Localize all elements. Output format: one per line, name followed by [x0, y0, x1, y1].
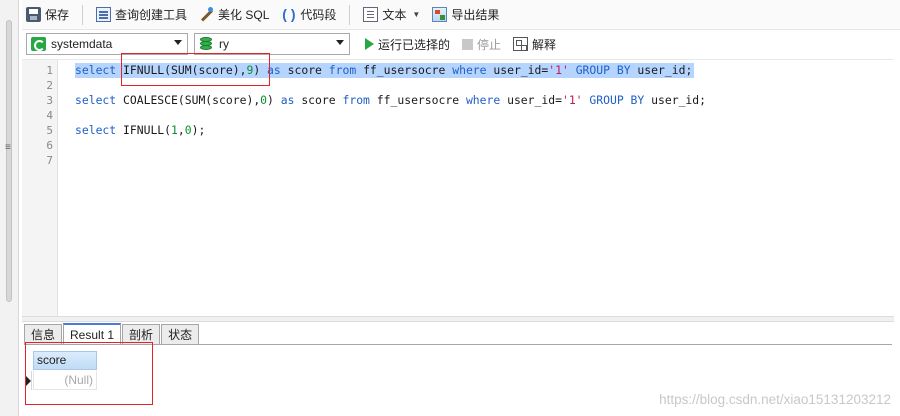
- line-number-gutter: 1 2 3 4 5 6 7: [22, 60, 58, 316]
- connection-select[interactable]: systemdata: [26, 33, 188, 55]
- text-mode-button[interactable]: 文本 ▼: [359, 3, 424, 27]
- result-tabs: 信息 Result 1 剖析 状态: [24, 323, 200, 344]
- result-tab[interactable]: 信息: [24, 324, 63, 344]
- save-icon: [26, 7, 41, 22]
- stop-icon: [462, 38, 474, 50]
- main-toolbar: 保存 查询创建工具 美化 SQL ( ) 代码段 文本 ▼ 导出结果: [22, 0, 900, 30]
- explain-icon: [513, 37, 529, 51]
- stop-label: 停止: [477, 37, 502, 52]
- query-builder-label: 查询创建工具: [115, 8, 188, 22]
- code-token: as: [280, 93, 295, 107]
- dropdown-arrow-icon: [174, 40, 182, 45]
- code-line: select IFNULL(SUM(score),9) as score fro…: [75, 63, 695, 78]
- code-token: '1': [561, 93, 583, 107]
- code-token: as: [267, 63, 281, 77]
- column-header-score[interactable]: score: [33, 351, 97, 370]
- pane-splitter[interactable]: [22, 316, 894, 322]
- left-scrollbar[interactable]: [6, 20, 12, 302]
- line-number: 1: [46, 64, 53, 77]
- code-token: IFNULL(SUM(score),: [123, 63, 247, 77]
- code-token: );: [191, 123, 206, 137]
- code-token: select: [75, 63, 124, 77]
- line-number: 3: [46, 94, 53, 107]
- code-token: GROUP BY: [589, 93, 645, 107]
- beautify-sql-label: 美化 SQL: [218, 8, 270, 22]
- grid-cell[interactable]: (Null): [33, 371, 97, 390]
- connection-value: systemdata: [51, 37, 113, 51]
- export-results-label: 导出结果: [451, 8, 500, 22]
- stop-button[interactable]: 停止: [459, 33, 504, 55]
- code-snippet-label: 代码段: [300, 8, 337, 22]
- line-number: 5: [46, 124, 53, 137]
- run-selected-label: 运行已选择的: [378, 37, 451, 52]
- code-token: user_id=: [500, 93, 562, 107]
- dropdown-arrow-icon: [336, 40, 344, 45]
- code-token: 0: [260, 93, 268, 107]
- magic-wand-icon: [199, 7, 214, 22]
- tab-divider: [24, 344, 892, 345]
- code-token: from: [342, 93, 370, 107]
- result-tab[interactable]: 状态: [161, 324, 200, 344]
- query-builder-icon: [96, 7, 112, 22]
- code-line: select IFNULL(1,0);: [75, 123, 205, 138]
- code-token: score: [280, 63, 329, 77]
- code-token: ,: [177, 123, 185, 137]
- connection-icon: [31, 37, 46, 51]
- line-number: 7: [46, 154, 53, 167]
- code-token: ff_usersocre: [369, 93, 466, 107]
- parentheses-icon: ( ): [282, 6, 296, 22]
- code-token: GROUP BY: [575, 63, 631, 77]
- code-token: '1': [548, 63, 569, 77]
- play-icon: [365, 38, 374, 50]
- query-builder-button[interactable]: 查询创建工具: [92, 3, 191, 27]
- code-token: user_id=: [486, 63, 549, 77]
- code-token: score: [294, 93, 343, 107]
- connection-bar: systemdata ry 运行已选择的 停止 解释: [22, 31, 900, 57]
- code-area[interactable]: select IFNULL(SUM(score),9) as score fro…: [58, 60, 894, 316]
- current-row-icon: [26, 376, 31, 386]
- code-token: ff_usersocre: [356, 63, 453, 77]
- code-token: select: [75, 93, 124, 107]
- code-token: user_id;: [630, 63, 693, 77]
- sql-editor[interactable]: 1 2 3 4 5 6 7 select IFNULL(SUM(score),9) as s…: [22, 59, 894, 316]
- text-mode-label: 文本: [382, 8, 407, 22]
- database-icon: [199, 36, 214, 52]
- line-number: 4: [46, 109, 53, 122]
- save-label: 保存: [45, 8, 70, 22]
- export-icon: [432, 7, 448, 22]
- save-button[interactable]: 保存: [22, 3, 73, 27]
- code-token: ): [267, 93, 281, 107]
- chevron-down-icon: ▼: [412, 10, 421, 19]
- code-token: from: [328, 63, 357, 77]
- export-results-button[interactable]: 导出结果: [428, 3, 503, 27]
- code-snippet-button[interactable]: ( ) 代码段: [277, 3, 340, 27]
- code-token: where: [452, 63, 487, 77]
- explain-button[interactable]: 解释: [510, 33, 559, 55]
- document-icon: [363, 7, 379, 22]
- left-panel-strip: ≡: [0, 0, 19, 416]
- explain-label: 解释: [532, 37, 557, 52]
- code-token: select: [75, 123, 124, 137]
- database-select[interactable]: ry: [194, 33, 350, 55]
- result-tab[interactable]: 剖析: [122, 324, 161, 344]
- panel-grip-icon[interactable]: ≡: [5, 142, 11, 153]
- toolbar-divider: [349, 4, 351, 25]
- code-token: ): [253, 63, 268, 77]
- code-token: IFNULL(: [123, 123, 172, 137]
- code-token: where: [465, 93, 501, 107]
- code-token: 0: [184, 123, 192, 137]
- code-line: select COALESCE(SUM(score),0) as score f…: [75, 93, 706, 108]
- code-token: 1: [171, 123, 178, 137]
- code-token: COALESCE(SUM(score),: [123, 93, 261, 107]
- code-token: user_id;: [644, 93, 707, 107]
- beautify-sql-button[interactable]: 美化 SQL: [195, 3, 273, 27]
- toolbar-divider: [82, 4, 84, 25]
- database-value: ry: [219, 37, 229, 51]
- result-tab[interactable]: Result 1: [63, 323, 122, 344]
- line-number: 6: [46, 139, 53, 152]
- watermark-text: https://blog.csdn.net/xiao15131203212: [659, 392, 891, 407]
- run-selected-button[interactable]: 运行已选择的: [362, 33, 453, 55]
- line-number: 2: [46, 79, 53, 92]
